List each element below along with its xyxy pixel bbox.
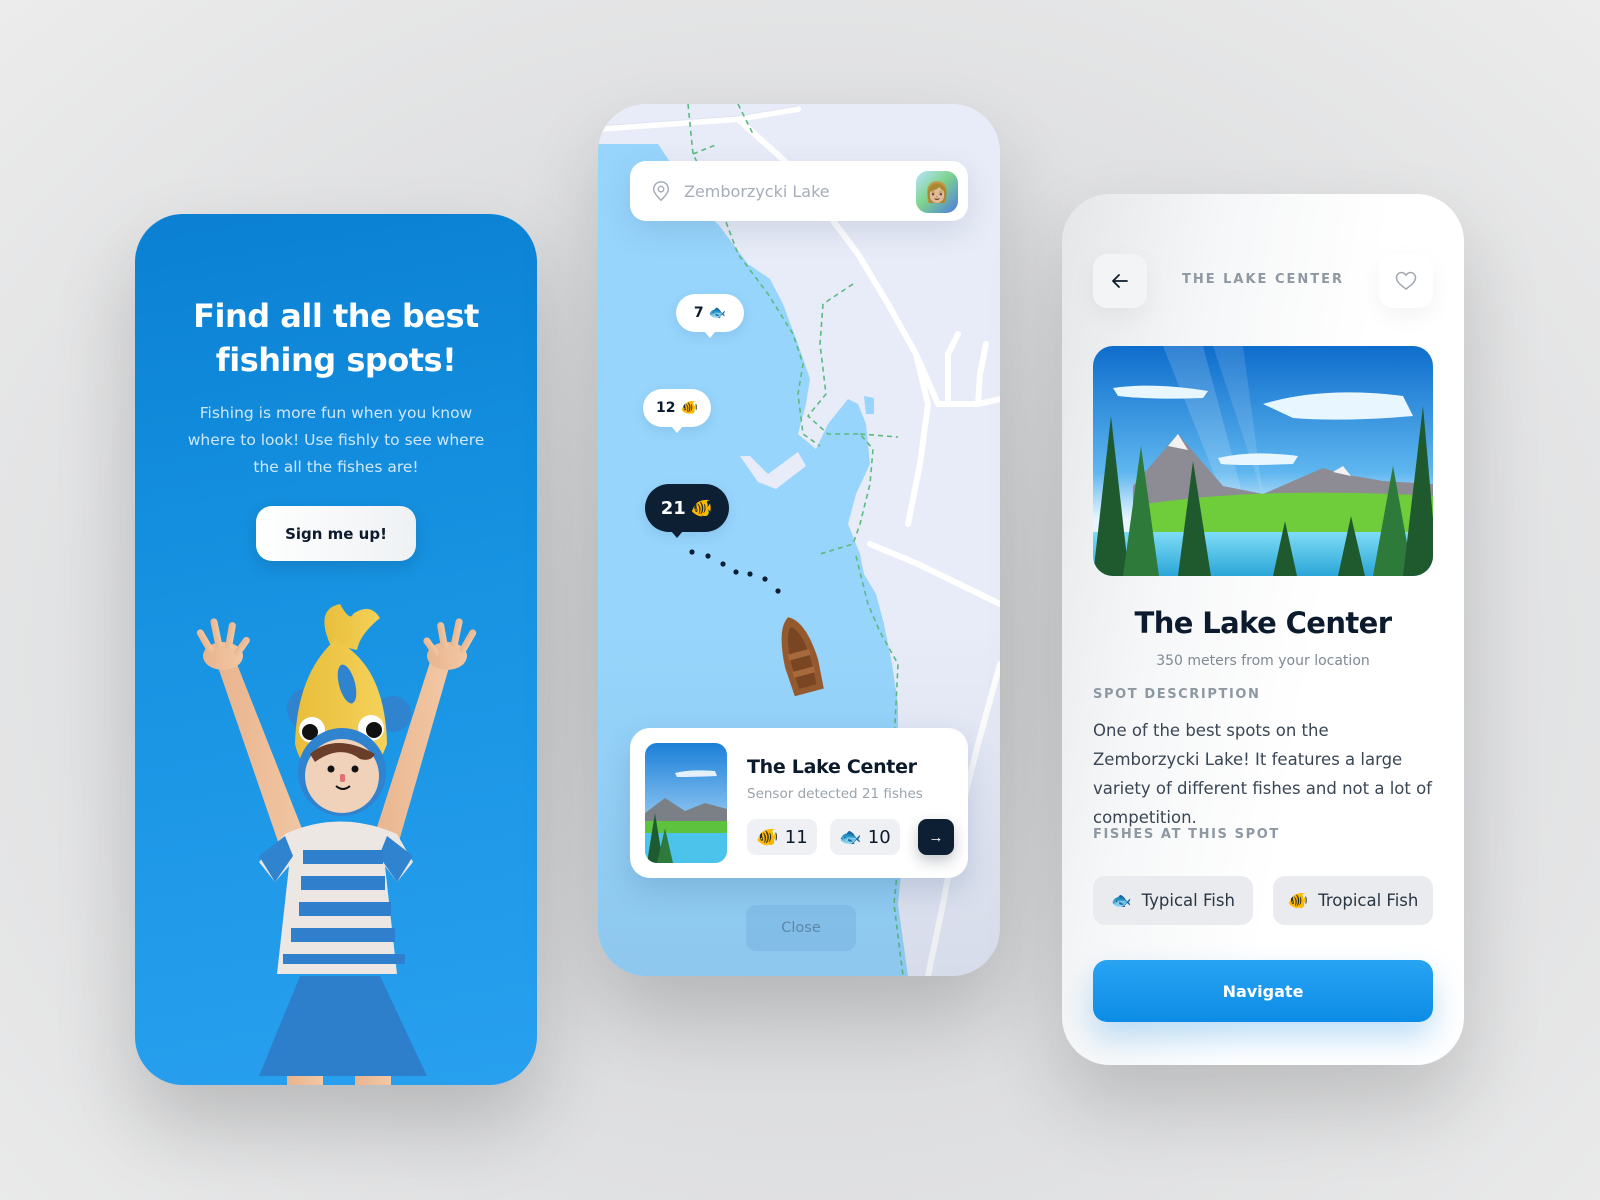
onboarding-title-line-2: fishing spots! [215, 341, 457, 379]
arrow-right-icon: → [928, 828, 944, 846]
spot-sensor-info: Sensor detected 21 fishes [747, 786, 923, 802]
spot-description-label: SPOT DESCRIPTION [1093, 687, 1261, 702]
fish-chip-tropical[interactable]: 🐠 Tropical Fish [1273, 876, 1433, 925]
typical-fish-icon: 🐟 [1111, 890, 1132, 910]
sign-up-button[interactable]: Sign me up! [256, 506, 416, 561]
fish-name: Tropical Fish [1318, 891, 1419, 910]
spot-distance: 350 meters from your location [1156, 653, 1370, 669]
fish-name: Typical Fish [1141, 891, 1235, 910]
fish-marker-count: 7 [693, 305, 704, 321]
spot-summary-card[interactable]: The Lake Center Sensor detected 21 fishe… [630, 728, 968, 878]
small-pond [864, 396, 874, 414]
navigate-button[interactable]: Navigate [1093, 960, 1433, 1022]
spot-thumbnail-image [645, 743, 727, 863]
fish-hat-character-illustration [196, 604, 477, 1085]
location-search-bar[interactable]: 👩🏼 [630, 161, 968, 221]
fish-marker[interactable]: 7 🐟 [676, 294, 744, 338]
fish-marker-count: 12 [656, 400, 676, 416]
tropical-fish-icon: 🐠 [680, 400, 698, 416]
tropical-fish-icon: 🐠 [690, 497, 714, 519]
onboarding-title: Find all the best fishing spots! [135, 294, 537, 382]
spot-description: One of the best spots on the Zemborzycki… [1093, 721, 1432, 827]
tropical-fish-icon: 🐠 [756, 826, 779, 848]
heart-icon [1395, 271, 1417, 290]
onboarding-screen: Find all the best fishing spots! Fishing… [135, 214, 537, 1085]
fish-marker-count: 21 [660, 497, 686, 519]
fish-chip-typical[interactable]: 🐟 Typical Fish [1093, 876, 1253, 925]
user-avatar[interactable]: 👩🏼 [916, 171, 958, 213]
typical-fish-icon: 🐟 [708, 305, 727, 321]
tropical-fish-icon: 🐠 [1287, 890, 1309, 910]
favorite-button[interactable] [1379, 254, 1433, 308]
location-search-input[interactable] [684, 181, 904, 201]
spot-title: The Lake Center [1134, 606, 1393, 640]
fish-count-value: 10 [867, 826, 891, 848]
typical-fish-count: 🐟 10 [830, 819, 900, 855]
avatar-image: 👩🏼 [924, 180, 950, 204]
fish-marker-selected[interactable]: 21 🐠 [645, 484, 729, 538]
map-screen: 👩🏼 7 🐟 12 🐠 21 🐠 The Lake Center Sensor … [598, 104, 1000, 976]
tropical-fish-count: 🐠 11 [747, 819, 817, 855]
fish-count-value: 11 [784, 826, 808, 848]
onboarding-title-line-1: Find all the best [193, 297, 479, 335]
fishes-label: FISHES AT THIS SPOT [1093, 827, 1280, 842]
location-pin-icon [652, 181, 670, 202]
spot-hero-image [1093, 346, 1433, 576]
typical-fish-icon: 🐟 [839, 826, 862, 848]
close-button[interactable]: Close [746, 905, 856, 951]
fish-marker[interactable]: 12 🐠 [643, 389, 711, 433]
spot-title: The Lake Center [747, 756, 917, 778]
onboarding-description: Fishing is more fun when you know where … [187, 404, 485, 476]
open-spot-button[interactable]: → [918, 819, 954, 855]
spot-detail-screen: THE LAKE CENTER The Lake Center 350 mete… [1062, 194, 1464, 1065]
